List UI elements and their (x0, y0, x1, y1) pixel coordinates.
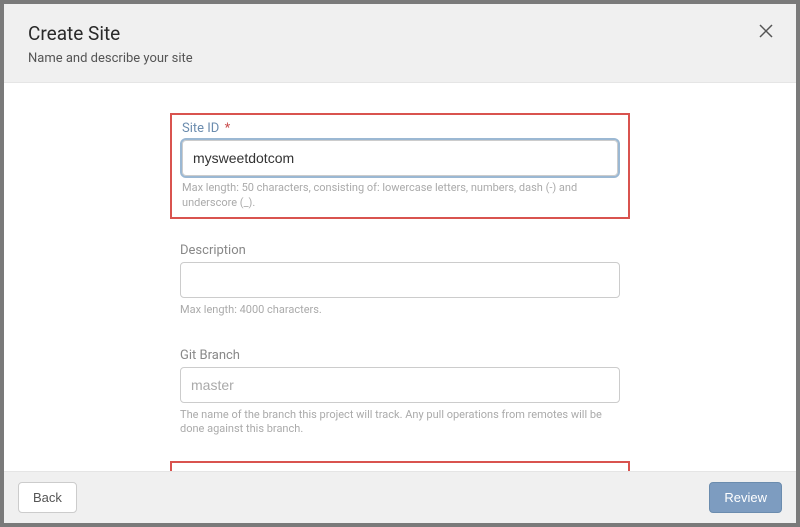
modal-header: Create Site Name and describe your site (4, 4, 796, 83)
close-icon (759, 24, 773, 38)
review-button[interactable]: Review (709, 482, 782, 513)
required-indicator: * (225, 121, 231, 136)
description-help: Max length: 4000 characters. (180, 303, 620, 318)
site-id-help: Max length: 50 characters, consisting of… (182, 181, 618, 211)
page-subtitle: Name and describe your site (28, 51, 772, 66)
modal-footer: Back Review (4, 471, 796, 523)
site-id-label: Site ID * (182, 121, 618, 136)
git-branch-group: Git Branch The name of the branch this p… (170, 342, 630, 444)
page-title: Create Site (28, 22, 772, 45)
back-button[interactable]: Back (18, 482, 77, 513)
site-id-label-text: Site ID (182, 121, 219, 136)
git-branch-input[interactable] (180, 367, 620, 403)
description-input[interactable] (180, 262, 620, 298)
git-branch-label: Git Branch (180, 348, 620, 363)
close-button[interactable] (756, 22, 776, 42)
push-remote-row: Push the site to a remote Git repository… (170, 461, 630, 471)
description-group: Description Max length: 4000 characters. (170, 237, 630, 324)
create-site-modal: Create Site Name and describe your site … (4, 4, 796, 523)
form: Site ID * Max length: 50 characters, con… (170, 113, 630, 471)
modal-body: Site ID * Max length: 50 characters, con… (4, 83, 796, 471)
git-branch-help: The name of the branch this project will… (180, 408, 620, 438)
site-id-group: Site ID * Max length: 50 characters, con… (170, 113, 630, 219)
description-label: Description (180, 243, 620, 258)
site-id-input[interactable] (182, 140, 618, 176)
